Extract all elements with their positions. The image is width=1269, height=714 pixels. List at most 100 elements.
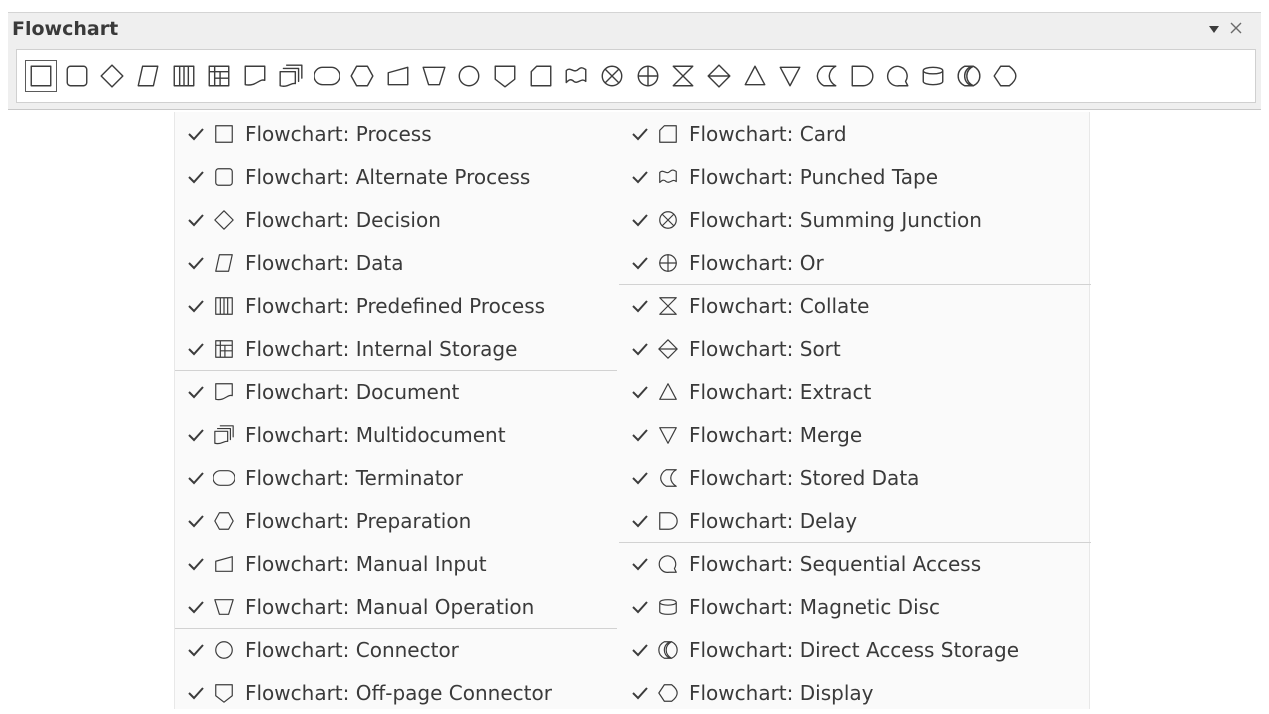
menu-item-off-page-connector[interactable]: Flowchart: Off-page Connector: [175, 671, 617, 714]
toolbar-button-manual-input[interactable]: [384, 62, 412, 90]
alternate-process-icon: [213, 166, 235, 188]
menu-item-preparation[interactable]: Flowchart: Preparation: [175, 499, 617, 542]
menu-item-alternate-process[interactable]: Flowchart: Alternate Process: [175, 155, 617, 198]
menu-item-stored-data[interactable]: Flowchart: Stored Data: [619, 456, 1091, 499]
toolbar-button-alternate-process[interactable]: [63, 62, 91, 90]
checkmark-icon: [631, 170, 649, 184]
menu-item-display[interactable]: Flowchart: Display: [619, 671, 1091, 714]
menu-item-manual-input[interactable]: Flowchart: Manual Input: [175, 542, 617, 585]
menu-item-data[interactable]: Flowchart: Data: [175, 241, 617, 284]
menu-item-label: Flowchart: Manual Operation: [245, 594, 535, 619]
toolbar-button-magnetic-disc[interactable]: [919, 62, 947, 90]
menu-item-document[interactable]: Flowchart: Document: [175, 370, 617, 413]
menu-item-internal-storage[interactable]: Flowchart: Internal Storage: [175, 327, 617, 370]
menu-item-label: Flowchart: Data: [245, 250, 404, 275]
card-icon: [657, 123, 679, 145]
terminator-icon: [313, 63, 340, 89]
menu-item-decision[interactable]: Flowchart: Decision: [175, 198, 617, 241]
toolbar-button-multidocument[interactable]: [277, 62, 305, 90]
alternate-process-icon: [64, 63, 90, 89]
toolbar-button-delay[interactable]: [848, 62, 876, 90]
checkmark-icon: [187, 213, 205, 227]
display-icon: [992, 63, 1018, 89]
toolbar-button-display[interactable]: [991, 62, 1019, 90]
menu-item-card[interactable]: Flowchart: Card: [619, 112, 1091, 155]
toolbar-button-sequential-access[interactable]: [884, 62, 912, 90]
checkmark-icon: [187, 643, 205, 657]
decision-icon: [99, 63, 125, 89]
collate-icon: [670, 63, 696, 89]
toolbar-close-icon[interactable]: [1229, 21, 1243, 35]
menu-item-summing-junction[interactable]: Flowchart: Summing Junction: [619, 198, 1091, 241]
menu-item-predefined-process[interactable]: Flowchart: Predefined Process: [175, 284, 617, 327]
process-icon: [28, 63, 54, 89]
menu-item-connector[interactable]: Flowchart: Connector: [175, 628, 617, 671]
summing-junction-icon: [599, 63, 625, 89]
menu-item-process[interactable]: Flowchart: Process: [175, 112, 617, 155]
menu-item-magnetic-disc[interactable]: Flowchart: Magnetic Disc: [619, 585, 1091, 628]
menu-item-extract[interactable]: Flowchart: Extract: [619, 370, 1091, 413]
checkmark-icon: [187, 686, 205, 700]
data-icon: [135, 63, 161, 89]
menu-item-label: Flowchart: Merge: [689, 422, 863, 447]
menu-item-label: Flowchart: Collate: [689, 293, 870, 318]
checkmark-icon: [631, 428, 649, 442]
menu-item-manual-operation[interactable]: Flowchart: Manual Operation: [175, 585, 617, 628]
merge-icon: [777, 63, 803, 89]
toolbar-button-stored-data[interactable]: [812, 62, 840, 90]
menu-item-collate[interactable]: Flowchart: Collate: [619, 284, 1091, 327]
punched-tape-icon: [657, 166, 679, 188]
toolbar-button-summing-junction[interactable]: [598, 62, 626, 90]
menu-item-label: Flowchart: Direct Access Storage: [689, 637, 1020, 662]
checkmark-icon: [187, 600, 205, 614]
menu-item-direct-access-storage[interactable]: Flowchart: Direct Access Storage: [619, 628, 1091, 671]
toolbar-button-merge[interactable]: [776, 62, 804, 90]
menu-item-multidocument[interactable]: Flowchart: Multidocument: [175, 413, 617, 456]
terminator-icon: [213, 467, 235, 489]
toolbar-button-process[interactable]: [25, 60, 57, 92]
menu-item-sort[interactable]: Flowchart: Sort: [619, 327, 1091, 370]
menu-item-label: Flowchart: Delay: [689, 508, 858, 533]
toolbar-button-data[interactable]: [134, 62, 162, 90]
manual-operation-icon: [421, 63, 447, 89]
toolbar-button-document[interactable]: [241, 62, 269, 90]
toolbar-button-collate[interactable]: [669, 62, 697, 90]
manual-input-icon: [385, 63, 411, 89]
toolbar-button-off-page-connector[interactable]: [491, 62, 519, 90]
direct-access-storage-icon: [657, 639, 679, 661]
predefined-process-icon: [171, 63, 197, 89]
toolbar-button-predefined-process[interactable]: [170, 62, 198, 90]
menu-item-punched-tape[interactable]: Flowchart: Punched Tape: [619, 155, 1091, 198]
toolbar-button-sort[interactable]: [705, 62, 733, 90]
toolbar-button-terminator[interactable]: [313, 62, 341, 90]
checkmark-icon: [187, 514, 205, 528]
menu-item-label: Flowchart: Or: [689, 250, 824, 275]
checkmark-icon: [631, 385, 649, 399]
menu-item-sequential-access[interactable]: Flowchart: Sequential Access: [619, 542, 1091, 585]
toolbar-button-connector[interactable]: [455, 62, 483, 90]
toolbar-button-direct-access-storage[interactable]: [955, 62, 983, 90]
toolbar-button-card[interactable]: [527, 62, 555, 90]
connector-icon: [213, 639, 235, 661]
toolbar-menu-arrow-icon[interactable]: [1207, 23, 1221, 35]
menu-item-terminator[interactable]: Flowchart: Terminator: [175, 456, 617, 499]
toolbar-button-preparation[interactable]: [348, 62, 376, 90]
internal-storage-icon: [206, 63, 232, 89]
toolbar-button-manual-operation[interactable]: [420, 62, 448, 90]
menu-item-or[interactable]: Flowchart: Or: [619, 241, 1091, 284]
toolbar-button-or[interactable]: [634, 62, 662, 90]
checkmark-icon: [187, 428, 205, 442]
menu-item-label: Flowchart: Process: [245, 121, 432, 146]
toolbar-button-punched-tape[interactable]: [562, 62, 590, 90]
toolbar-button-decision[interactable]: [98, 62, 126, 90]
preparation-icon: [213, 510, 235, 532]
toolbar-button-internal-storage[interactable]: [205, 62, 233, 90]
menu-item-label: Flowchart: Card: [689, 121, 847, 146]
menu-item-delay[interactable]: Flowchart: Delay: [619, 499, 1091, 542]
toolbar-button-extract[interactable]: [741, 62, 769, 90]
sort-icon: [706, 63, 732, 89]
menu-item-label: Flowchart: Manual Input: [245, 551, 487, 576]
internal-storage-icon: [213, 338, 235, 360]
menu-item-merge[interactable]: Flowchart: Merge: [619, 413, 1091, 456]
multidocument-icon: [213, 424, 235, 446]
